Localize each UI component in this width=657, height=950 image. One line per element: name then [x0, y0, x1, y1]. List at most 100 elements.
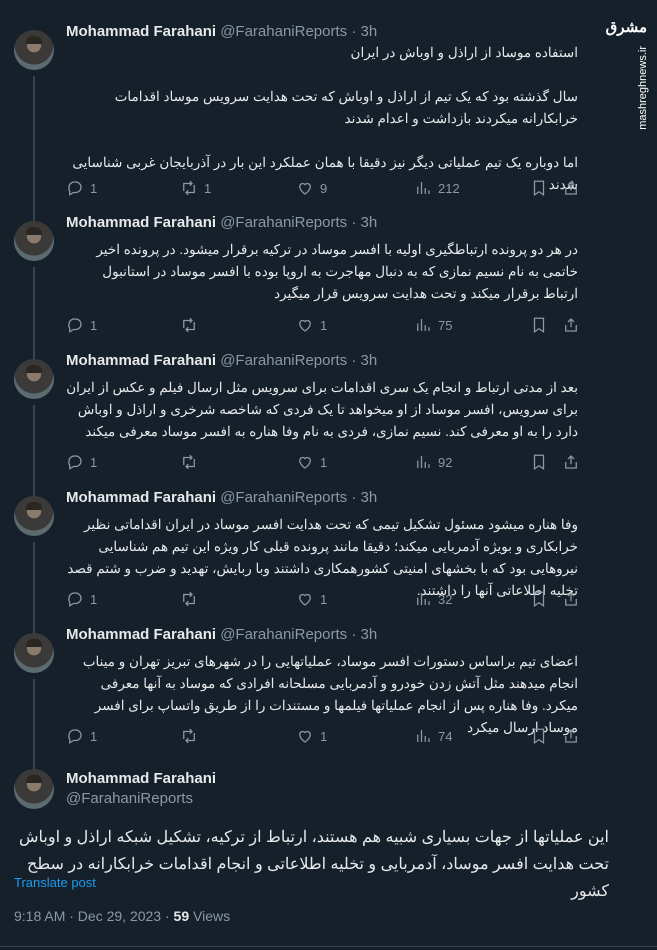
retweet-icon	[183, 180, 195, 196]
author-name[interactable]: Mohammad Farahani	[66, 214, 216, 231]
author-handle[interactable]: @FarahaniReports	[220, 352, 347, 369]
bookmark-icon	[533, 728, 545, 744]
divider	[0, 946, 657, 947]
reply-icon	[68, 592, 82, 607]
tweet-time[interactable]: 3h	[361, 489, 378, 506]
views-count: 59	[173, 908, 190, 924]
retweet-icon	[183, 317, 195, 333]
thread-line	[33, 76, 35, 226]
reply-button[interactable]: 1	[66, 726, 97, 746]
reply-icon	[68, 181, 82, 196]
heart-icon	[299, 182, 311, 195]
reply-count: 1	[90, 454, 98, 470]
like-count: 1	[320, 454, 328, 470]
share-button[interactable]	[562, 315, 580, 335]
retweet-button[interactable]	[180, 589, 204, 609]
reply-button[interactable]: 1	[66, 178, 97, 198]
avatar[interactable]	[14, 496, 54, 536]
bookmark-button[interactable]	[530, 452, 548, 472]
views-button[interactable]: 92	[414, 452, 452, 472]
share-button[interactable]	[562, 452, 580, 472]
avatar[interactable]	[14, 633, 54, 673]
views-button[interactable]: 212	[414, 178, 460, 198]
tweet-text: استفاده موساد از اراذل و اوباش در ایران …	[72, 45, 578, 192]
heart-icon	[299, 319, 311, 332]
avatar[interactable]	[14, 769, 54, 809]
author-name[interactable]: Mohammad Farahani	[66, 626, 216, 643]
author-handle[interactable]: @FarahaniReports	[220, 23, 347, 40]
tweet-header: Mohammad Farahani @FarahaniReports · 3h	[66, 214, 378, 231]
tweet-header: Mohammad Farahani @FarahaniReports · 3h	[66, 626, 378, 643]
share-icon	[565, 729, 577, 743]
tweet-time[interactable]: 3h	[361, 214, 378, 231]
like-count: 1	[320, 591, 328, 607]
analytics-icon	[417, 730, 430, 742]
views-button[interactable]: 74	[414, 726, 452, 746]
thread-line	[33, 542, 35, 642]
views-count: 75	[438, 317, 453, 333]
retweet-icon	[183, 591, 195, 607]
author-name[interactable]: Mohammad Farahani	[66, 770, 216, 787]
author-name[interactable]: Mohammad Farahani	[66, 489, 216, 506]
thread-line	[33, 267, 35, 367]
post-timestamp[interactable]: 9:18 AM · Dec 29, 2023 ·	[14, 908, 170, 924]
reply-icon	[68, 729, 82, 744]
main-tweet-text: این عملیاتها از جهات بسیاری شبیه هم هستن…	[14, 829, 609, 900]
views-button[interactable]: 75	[414, 315, 452, 335]
bookmark-icon	[533, 454, 545, 470]
retweet-button[interactable]	[180, 452, 204, 472]
author-handle[interactable]: @FarahaniReports	[220, 626, 347, 643]
bookmark-button[interactable]	[530, 589, 548, 609]
retweet-button[interactable]	[180, 726, 204, 746]
like-button[interactable]: 1	[296, 589, 327, 609]
like-button[interactable]: 9	[296, 178, 327, 198]
avatar[interactable]	[14, 221, 54, 261]
bookmark-button[interactable]	[530, 726, 548, 746]
tweet-time[interactable]: 3h	[361, 352, 378, 369]
like-button[interactable]: 1	[296, 315, 327, 335]
like-button[interactable]: 1	[296, 726, 327, 746]
views-label: Views	[193, 908, 231, 924]
reply-icon	[68, 318, 82, 333]
share-button[interactable]	[562, 178, 580, 198]
share-icon	[565, 455, 577, 469]
author-handle[interactable]: @FarahaniReports	[66, 790, 193, 807]
bookmark-icon	[533, 180, 545, 196]
avatar[interactable]	[14, 359, 54, 399]
like-count: 1	[320, 317, 328, 333]
bookmark-button[interactable]	[530, 315, 548, 335]
tweet-actions: 1 1 74	[66, 726, 578, 746]
reply-button[interactable]: 1	[66, 315, 97, 335]
retweet-button[interactable]	[180, 315, 204, 335]
like-count: 1	[320, 728, 328, 744]
tweet-time[interactable]: 3h	[361, 23, 378, 40]
share-button[interactable]	[562, 589, 580, 609]
author-handle[interactable]: @FarahaniReports	[220, 489, 347, 506]
bookmark-button[interactable]	[530, 178, 548, 198]
like-button[interactable]: 1	[296, 452, 327, 472]
tweet-text: بعد از مدتی ارتباط و انجام یک سری اقداما…	[62, 380, 578, 439]
retweet-button[interactable]: 1	[180, 178, 211, 198]
share-icon	[565, 592, 577, 606]
retweet-icon	[183, 728, 195, 744]
author-name[interactable]: Mohammad Farahani	[66, 352, 216, 369]
views-count: 212	[438, 180, 460, 196]
views-button[interactable]: 32	[414, 589, 452, 609]
author-name[interactable]: Mohammad Farahani	[66, 23, 216, 40]
analytics-icon	[417, 182, 430, 194]
analytics-icon	[417, 456, 430, 468]
reply-button[interactable]: 1	[66, 452, 97, 472]
bookmark-icon	[533, 317, 545, 333]
reply-button[interactable]: 1	[66, 589, 97, 609]
share-icon	[565, 318, 577, 332]
bookmark-icon	[533, 591, 545, 607]
share-button[interactable]	[562, 726, 580, 746]
avatar[interactable]	[14, 30, 54, 70]
tweet-actions: 1 1 32	[66, 589, 578, 609]
translate-post-link[interactable]: Translate post	[14, 875, 96, 890]
author-handle[interactable]: @FarahaniReports	[220, 214, 347, 231]
share-icon	[565, 181, 577, 195]
views-count: 92	[438, 454, 453, 470]
tweet-time[interactable]: 3h	[361, 626, 378, 643]
reply-icon	[68, 455, 82, 470]
